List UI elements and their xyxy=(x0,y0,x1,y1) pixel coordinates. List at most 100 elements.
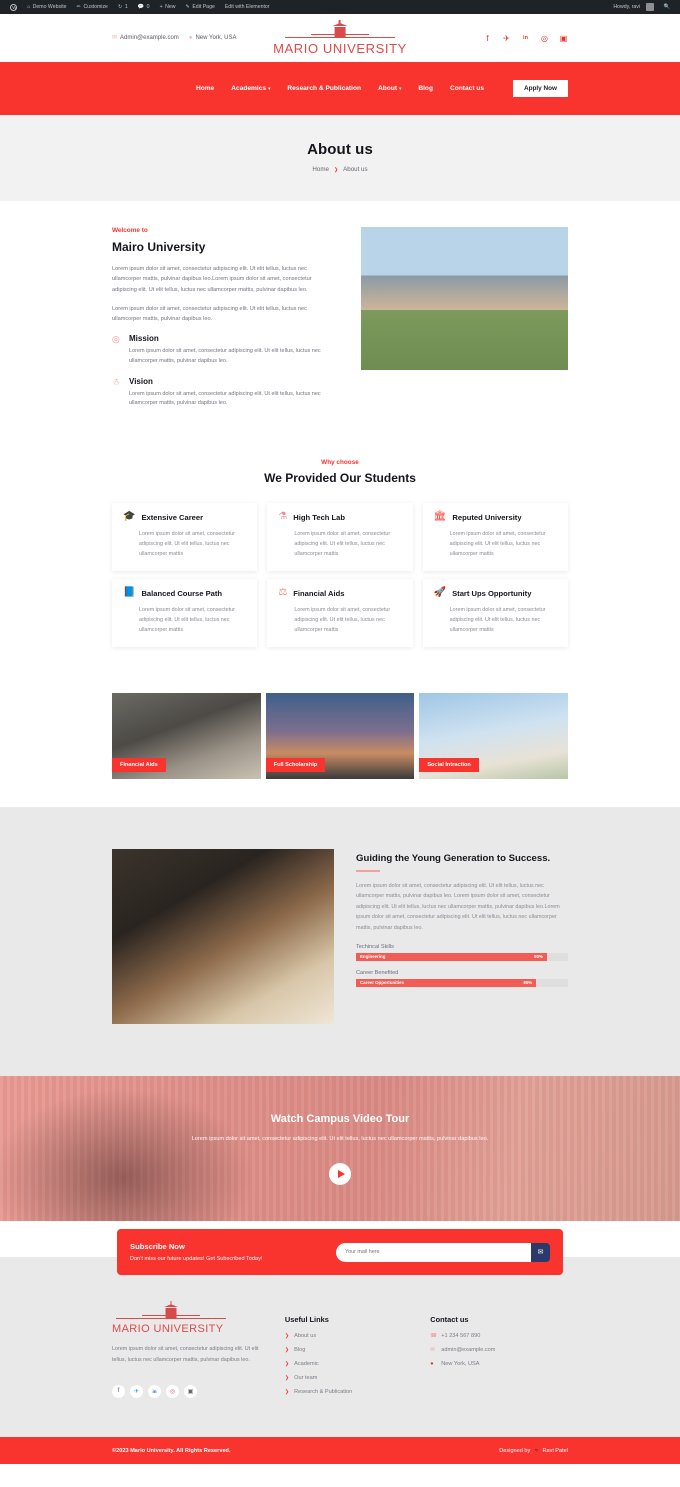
admin-item-label: 1 xyxy=(124,4,128,10)
card-header: ⚗ High Tech Lab xyxy=(278,512,401,522)
about-image-column xyxy=(361,227,568,419)
admin-search-button[interactable]: 🔍 xyxy=(659,0,675,14)
footer-link-blog[interactable]: ❯ Blog xyxy=(285,1347,404,1353)
university-emblem-icon xyxy=(285,20,395,42)
nav-item-blog[interactable]: Blog xyxy=(418,85,433,92)
nav-item-academics[interactable]: Academics ▾ xyxy=(231,85,270,92)
gallery-item[interactable]: Full Scholarship xyxy=(265,693,415,780)
feature-card[interactable]: ⚗ High Tech Lab Lorem ipsum dolor sit am… xyxy=(267,503,413,572)
chevron-right-icon: ❯ xyxy=(333,166,339,173)
send-mail-icon[interactable]: ✉ xyxy=(531,1242,550,1262)
nav-item-research[interactable]: Research & Publication xyxy=(287,85,361,92)
nav-item-contact[interactable]: Contact us xyxy=(450,85,484,92)
page-title: About us xyxy=(307,141,373,158)
admin-item-customize[interactable]: ✏ Customize xyxy=(72,0,113,14)
feature-card[interactable]: 🚀 Start Ups Opportunity Lorem ipsum dolo… xyxy=(422,579,568,648)
building-icon xyxy=(165,1301,177,1319)
vision-text: Lorem ipsum dolor sit amet, consectetur … xyxy=(129,390,321,407)
about-section: Welcome to Mairo University Lorem ipsum … xyxy=(0,201,680,459)
chevron-down-icon: ▾ xyxy=(268,85,271,91)
skill-group-label: Career Benefited xyxy=(356,969,399,976)
photo-gallery: Financial Aids Full Scholarship Social I… xyxy=(0,647,680,807)
designer-name[interactable]: Ravi Patel xyxy=(543,1448,569,1454)
breadcrumb-home-link[interactable]: Home xyxy=(312,166,329,173)
footer-link-label: Research & Publication xyxy=(294,1389,353,1396)
updates-icon: ↻ xyxy=(117,4,123,10)
instagram-icon[interactable]: ▣ xyxy=(184,1384,197,1398)
apply-now-button[interactable]: Apply Now xyxy=(512,80,568,97)
heading-underline xyxy=(356,870,380,872)
home-icon: ⌂ xyxy=(27,4,31,10)
progress-name: Engineering xyxy=(360,954,386,960)
admin-item-site[interactable]: ⌂ Demo Website xyxy=(22,0,72,14)
admin-item-edit-page[interactable]: ✎ Edit Page xyxy=(180,0,219,14)
twitter-icon[interactable]: ✈ xyxy=(130,1384,143,1398)
gallery-item[interactable]: Social Intraction xyxy=(419,693,568,780)
chevron-right-icon: ❯ xyxy=(284,1361,290,1368)
facebook-icon[interactable]: f xyxy=(483,34,492,43)
card-text: Lorem ipsum dolor sit amet, consectetur … xyxy=(449,607,546,634)
about-eyebrow: Welcome to xyxy=(112,227,148,234)
footer-link-about[interactable]: ❯ About us xyxy=(285,1333,404,1339)
topbar-location: ● New York, USA xyxy=(189,35,237,41)
about-paragraph-1: Lorem ipsum dolor sit amet, consectetur … xyxy=(112,266,312,293)
linkedin-icon[interactable]: in xyxy=(521,34,530,43)
footer-contact-email[interactable]: ✉ admin@example.com xyxy=(430,1347,568,1353)
chevron-right-icon: ❯ xyxy=(284,1347,290,1354)
video-tour-section: Watch Campus Video Tour Lorem ipsum dolo… xyxy=(0,1076,680,1222)
footer-contact-phone[interactable]: ☎ +1 234 567 890 xyxy=(430,1333,568,1339)
topbar-email[interactable]: ✉ Admin@example.com xyxy=(112,35,179,41)
search-icon: 🔍 xyxy=(663,4,670,10)
twitter-icon[interactable]: ✈ xyxy=(502,34,511,43)
nav-item-home[interactable]: Home xyxy=(196,85,214,92)
admin-item-updates[interactable]: ↻ 1 xyxy=(113,0,133,14)
card-text: Lorem ipsum dolor sit amet, consectetur … xyxy=(294,607,391,634)
play-icon[interactable] xyxy=(329,1162,351,1185)
envelope-icon: ✉ xyxy=(112,35,118,41)
feature-card[interactable]: 🎓 Extensive Career Lorem ipsum dolor sit… xyxy=(112,503,258,572)
logo-text: MARIO UNIVERSITY xyxy=(273,41,407,56)
dribbble-icon[interactable]: ◎ xyxy=(540,34,549,43)
footer-link-academic[interactable]: ❯ Academic xyxy=(285,1361,404,1367)
email-field[interactable] xyxy=(336,1242,531,1262)
dribbble-icon[interactable]: ◎ xyxy=(166,1384,179,1398)
admin-account-menu[interactable]: Howdy, ravi xyxy=(608,0,658,14)
footer-link-our-team[interactable]: ❯ Our team xyxy=(285,1375,404,1381)
flask-icon: ⚗ xyxy=(278,511,288,523)
admin-item-comments[interactable]: 💬 0 xyxy=(133,0,155,14)
plus-icon: + xyxy=(159,4,163,10)
admin-item-label: Customize xyxy=(83,4,108,10)
chevron-down-icon: ▾ xyxy=(399,85,402,91)
footer-link-label: Our team xyxy=(294,1375,318,1382)
card-header: 🏛 Reputed University xyxy=(434,512,557,522)
contact-heading: Contact us xyxy=(430,1315,469,1325)
admin-item-new[interactable]: + New xyxy=(155,0,181,14)
page-header: About us Home ❯ About us xyxy=(0,115,680,201)
logo-rule xyxy=(116,1318,226,1320)
feature-card[interactable]: 🏛 Reputed University Lorem ipsum dolor s… xyxy=(422,503,568,572)
map-pin-icon: ● xyxy=(430,1361,434,1368)
card-header: 📘 Balanced Course Path xyxy=(123,588,246,598)
nav-item-about[interactable]: About ▾ xyxy=(378,85,401,92)
nav-list: Home Academics ▾ Research & Publication … xyxy=(196,85,484,92)
gallery-item[interactable]: Financial Aids xyxy=(112,693,261,780)
feature-card[interactable]: 📘 Balanced Course Path Lorem ipsum dolor… xyxy=(112,579,258,648)
footer-contact-text: New York, USA xyxy=(441,1361,480,1368)
nav-label: Academics xyxy=(231,85,267,92)
admin-item-edit-elementor[interactable]: Edit with Elementor xyxy=(220,0,275,14)
feature-card[interactable]: ⚖ Financial Aids Lorem ipsum dolor sit a… xyxy=(267,579,413,648)
instagram-icon[interactable]: ▣ xyxy=(559,34,568,43)
footer-link-research[interactable]: ❯ Research & Publication xyxy=(285,1389,404,1395)
wp-logo-menu[interactable] xyxy=(5,0,22,14)
facebook-icon[interactable]: f xyxy=(112,1384,125,1398)
linkedin-icon[interactable]: in xyxy=(148,1384,161,1398)
brush-icon: ✏ xyxy=(76,4,81,10)
card-text: Lorem ipsum dolor sit amet, consectetur … xyxy=(139,607,235,634)
chevron-right-icon: ❯ xyxy=(284,1389,290,1396)
progress-track: Career Opportunities 85% xyxy=(356,978,568,987)
why-eyebrow: Why choose xyxy=(321,459,359,467)
map-pin-icon: ● xyxy=(188,35,193,41)
site-logo[interactable]: MARIO UNIVERSITY xyxy=(273,20,407,56)
video-subtitle: Lorem ipsum dolor sit amet, consectetur … xyxy=(191,1136,489,1143)
about-text-column: Welcome to Mairo University Lorem ipsum … xyxy=(112,227,337,419)
